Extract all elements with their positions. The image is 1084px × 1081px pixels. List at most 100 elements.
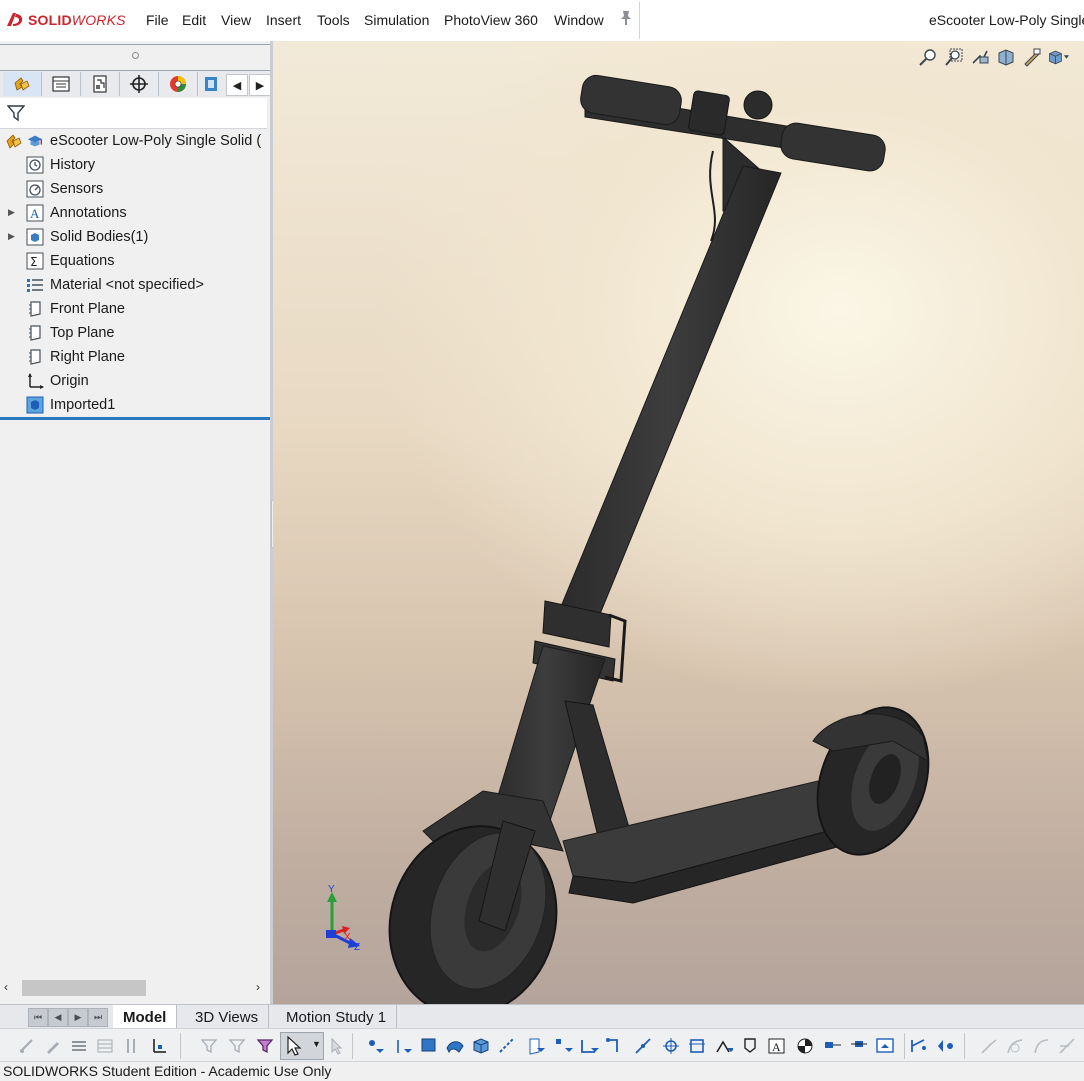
- tree-item-sensors[interactable]: Sensors: [26, 178, 103, 200]
- panel-divider: [0, 44, 270, 45]
- toolbar-button[interactable]: [254, 1035, 276, 1057]
- toolbar-button[interactable]: [16, 1035, 38, 1057]
- toolbar-button[interactable]: [68, 1035, 90, 1057]
- toolbar-button[interactable]: [122, 1035, 144, 1057]
- toolbar-button[interactable]: [934, 1035, 956, 1057]
- pin-icon[interactable]: [619, 10, 633, 26]
- toolbar-button[interactable]: [1030, 1035, 1052, 1057]
- toolbar-button[interactable]: [94, 1035, 116, 1057]
- point-icon: [369, 1040, 384, 1053]
- tree-item-top-plane[interactable]: Top Plane: [26, 322, 115, 344]
- tree-item-front-plane[interactable]: Front Plane: [26, 298, 125, 320]
- zoom-to-area-button[interactable]: [943, 46, 965, 68]
- toolbar-separator: [904, 1033, 905, 1059]
- section-view-button[interactable]: [995, 46, 1017, 68]
- tree-item-origin[interactable]: Origin: [26, 370, 89, 392]
- menu-edit[interactable]: Edit: [182, 12, 206, 28]
- tree-item-history[interactable]: History: [26, 154, 95, 176]
- dropdown-arrow-icon[interactable]: ▼: [312, 1039, 321, 1049]
- toolbar-button[interactable]: [1004, 1035, 1026, 1057]
- toolbar-button[interactable]: [496, 1035, 518, 1057]
- toolbar-button[interactable]: [822, 1035, 844, 1057]
- toolbar-button[interactable]: [326, 1035, 348, 1057]
- select-tool-button[interactable]: ▼: [280, 1032, 324, 1060]
- toolbar-button[interactable]: [552, 1035, 574, 1057]
- tree-item-equations[interactable]: Σ Equations: [26, 250, 115, 272]
- toolbar-button[interactable]: [418, 1035, 440, 1057]
- menu-tools[interactable]: Tools: [317, 12, 350, 28]
- sketch-segment-icon: [606, 1038, 618, 1052]
- solidworks-logo[interactable]: SOLIDWORKS: [4, 8, 126, 32]
- toolbar-button[interactable]: [978, 1035, 1000, 1057]
- toolbar-button[interactable]: [604, 1035, 626, 1057]
- chevron-right-icon[interactable]: ›: [256, 980, 260, 994]
- svg-text:Σ: Σ: [30, 255, 38, 269]
- toolbar-button[interactable]: [1056, 1035, 1078, 1057]
- menu-insert[interactable]: Insert: [266, 12, 301, 28]
- tab-configurationmanager[interactable]: [81, 72, 120, 96]
- expand-arrow-icon[interactable]: ▶: [8, 231, 15, 242]
- tab-first-button[interactable]: ⏮: [28, 1008, 48, 1027]
- filter-icon[interactable]: [7, 104, 25, 122]
- menu-window[interactable]: Window: [554, 12, 604, 28]
- part-icon: [26, 132, 44, 150]
- toolbar-button[interactable]: [578, 1035, 600, 1057]
- toolbar-button[interactable]: [470, 1035, 492, 1057]
- toolbar-button[interactable]: [198, 1035, 220, 1057]
- menu-simulation[interactable]: Simulation: [364, 12, 429, 28]
- view-orientation-button[interactable]: [1047, 46, 1069, 68]
- panel-collapse-grip[interactable]: [132, 52, 139, 59]
- tab-dimxpertmanager[interactable]: [120, 72, 159, 96]
- scooter-model[interactable]: [273, 41, 1084, 1004]
- tab-displaymanager[interactable]: [159, 72, 198, 96]
- toolbar-button[interactable]: [848, 1035, 870, 1057]
- menu-file[interactable]: File: [146, 12, 169, 28]
- zoom-to-fit-button[interactable]: [917, 46, 939, 68]
- tab-last-button[interactable]: ⏭: [88, 1008, 108, 1027]
- tab-3d-views[interactable]: 3D Views: [185, 1005, 270, 1029]
- toolbar-button[interactable]: [444, 1035, 466, 1057]
- tab-prev-button[interactable]: ◀: [48, 1008, 68, 1027]
- toolbar-button[interactable]: [148, 1035, 170, 1057]
- menu-photoview[interactable]: PhotoView 360: [444, 12, 538, 28]
- toolbar-button[interactable]: [740, 1035, 762, 1057]
- tree-item-annotations[interactable]: A Annotations: [26, 202, 127, 224]
- toolbar-button[interactable]: [226, 1035, 248, 1057]
- toolbar-button[interactable]: [660, 1035, 682, 1057]
- toolbar-button[interactable]: [794, 1035, 816, 1057]
- toolbar-button[interactable]: [42, 1035, 64, 1057]
- tab-propertymanager[interactable]: [42, 72, 81, 96]
- toolbar-button[interactable]: A: [766, 1035, 788, 1057]
- expand-arrow-icon[interactable]: ▶: [8, 207, 15, 218]
- plane-icon: [26, 324, 44, 342]
- rollback-bar[interactable]: [0, 417, 270, 420]
- tab-model[interactable]: Model: [113, 1005, 178, 1029]
- previous-view-button[interactable]: [969, 46, 991, 68]
- tabs-scroll-left[interactable]: ◀: [226, 74, 248, 96]
- tree-item-solid-bodies[interactable]: Solid Bodies(1): [26, 226, 148, 248]
- menu-view[interactable]: View: [221, 12, 251, 28]
- vertex-icon: [556, 1039, 573, 1052]
- tree-horizontal-scrollbar[interactable]: ‹ ›: [0, 978, 270, 1000]
- toolbar-button[interactable]: [392, 1035, 414, 1057]
- toolbar-button[interactable]: [712, 1035, 734, 1057]
- tree-filter[interactable]: [0, 98, 267, 129]
- toolbar-button[interactable]: [908, 1035, 930, 1057]
- tree-root-part[interactable]: eScooter Low-Poly Single Solid (: [4, 130, 261, 152]
- tree-item-imported1[interactable]: Imported1: [26, 394, 115, 416]
- tab-cam[interactable]: [198, 72, 224, 96]
- tree-item-right-plane[interactable]: Right Plane: [26, 346, 125, 368]
- chevron-left-icon[interactable]: ‹: [4, 980, 8, 994]
- tabs-scroll-right[interactable]: ▶: [249, 74, 271, 96]
- toolbar-button[interactable]: [524, 1035, 546, 1057]
- toolbar-button[interactable]: [686, 1035, 708, 1057]
- toolbar-button[interactable]: [364, 1035, 386, 1057]
- tab-motion-study-1[interactable]: Motion Study 1: [276, 1005, 398, 1029]
- dynamic-annotation-button[interactable]: [1021, 46, 1043, 68]
- toolbar-button[interactable]: [874, 1035, 896, 1057]
- scrollbar-thumb[interactable]: [22, 980, 146, 996]
- toolbar-button[interactable]: [632, 1035, 654, 1057]
- tree-item-material[interactable]: Material <not specified>: [26, 274, 204, 296]
- tab-featuremanager[interactable]: [3, 72, 42, 96]
- tab-next-button[interactable]: ▶: [68, 1008, 88, 1027]
